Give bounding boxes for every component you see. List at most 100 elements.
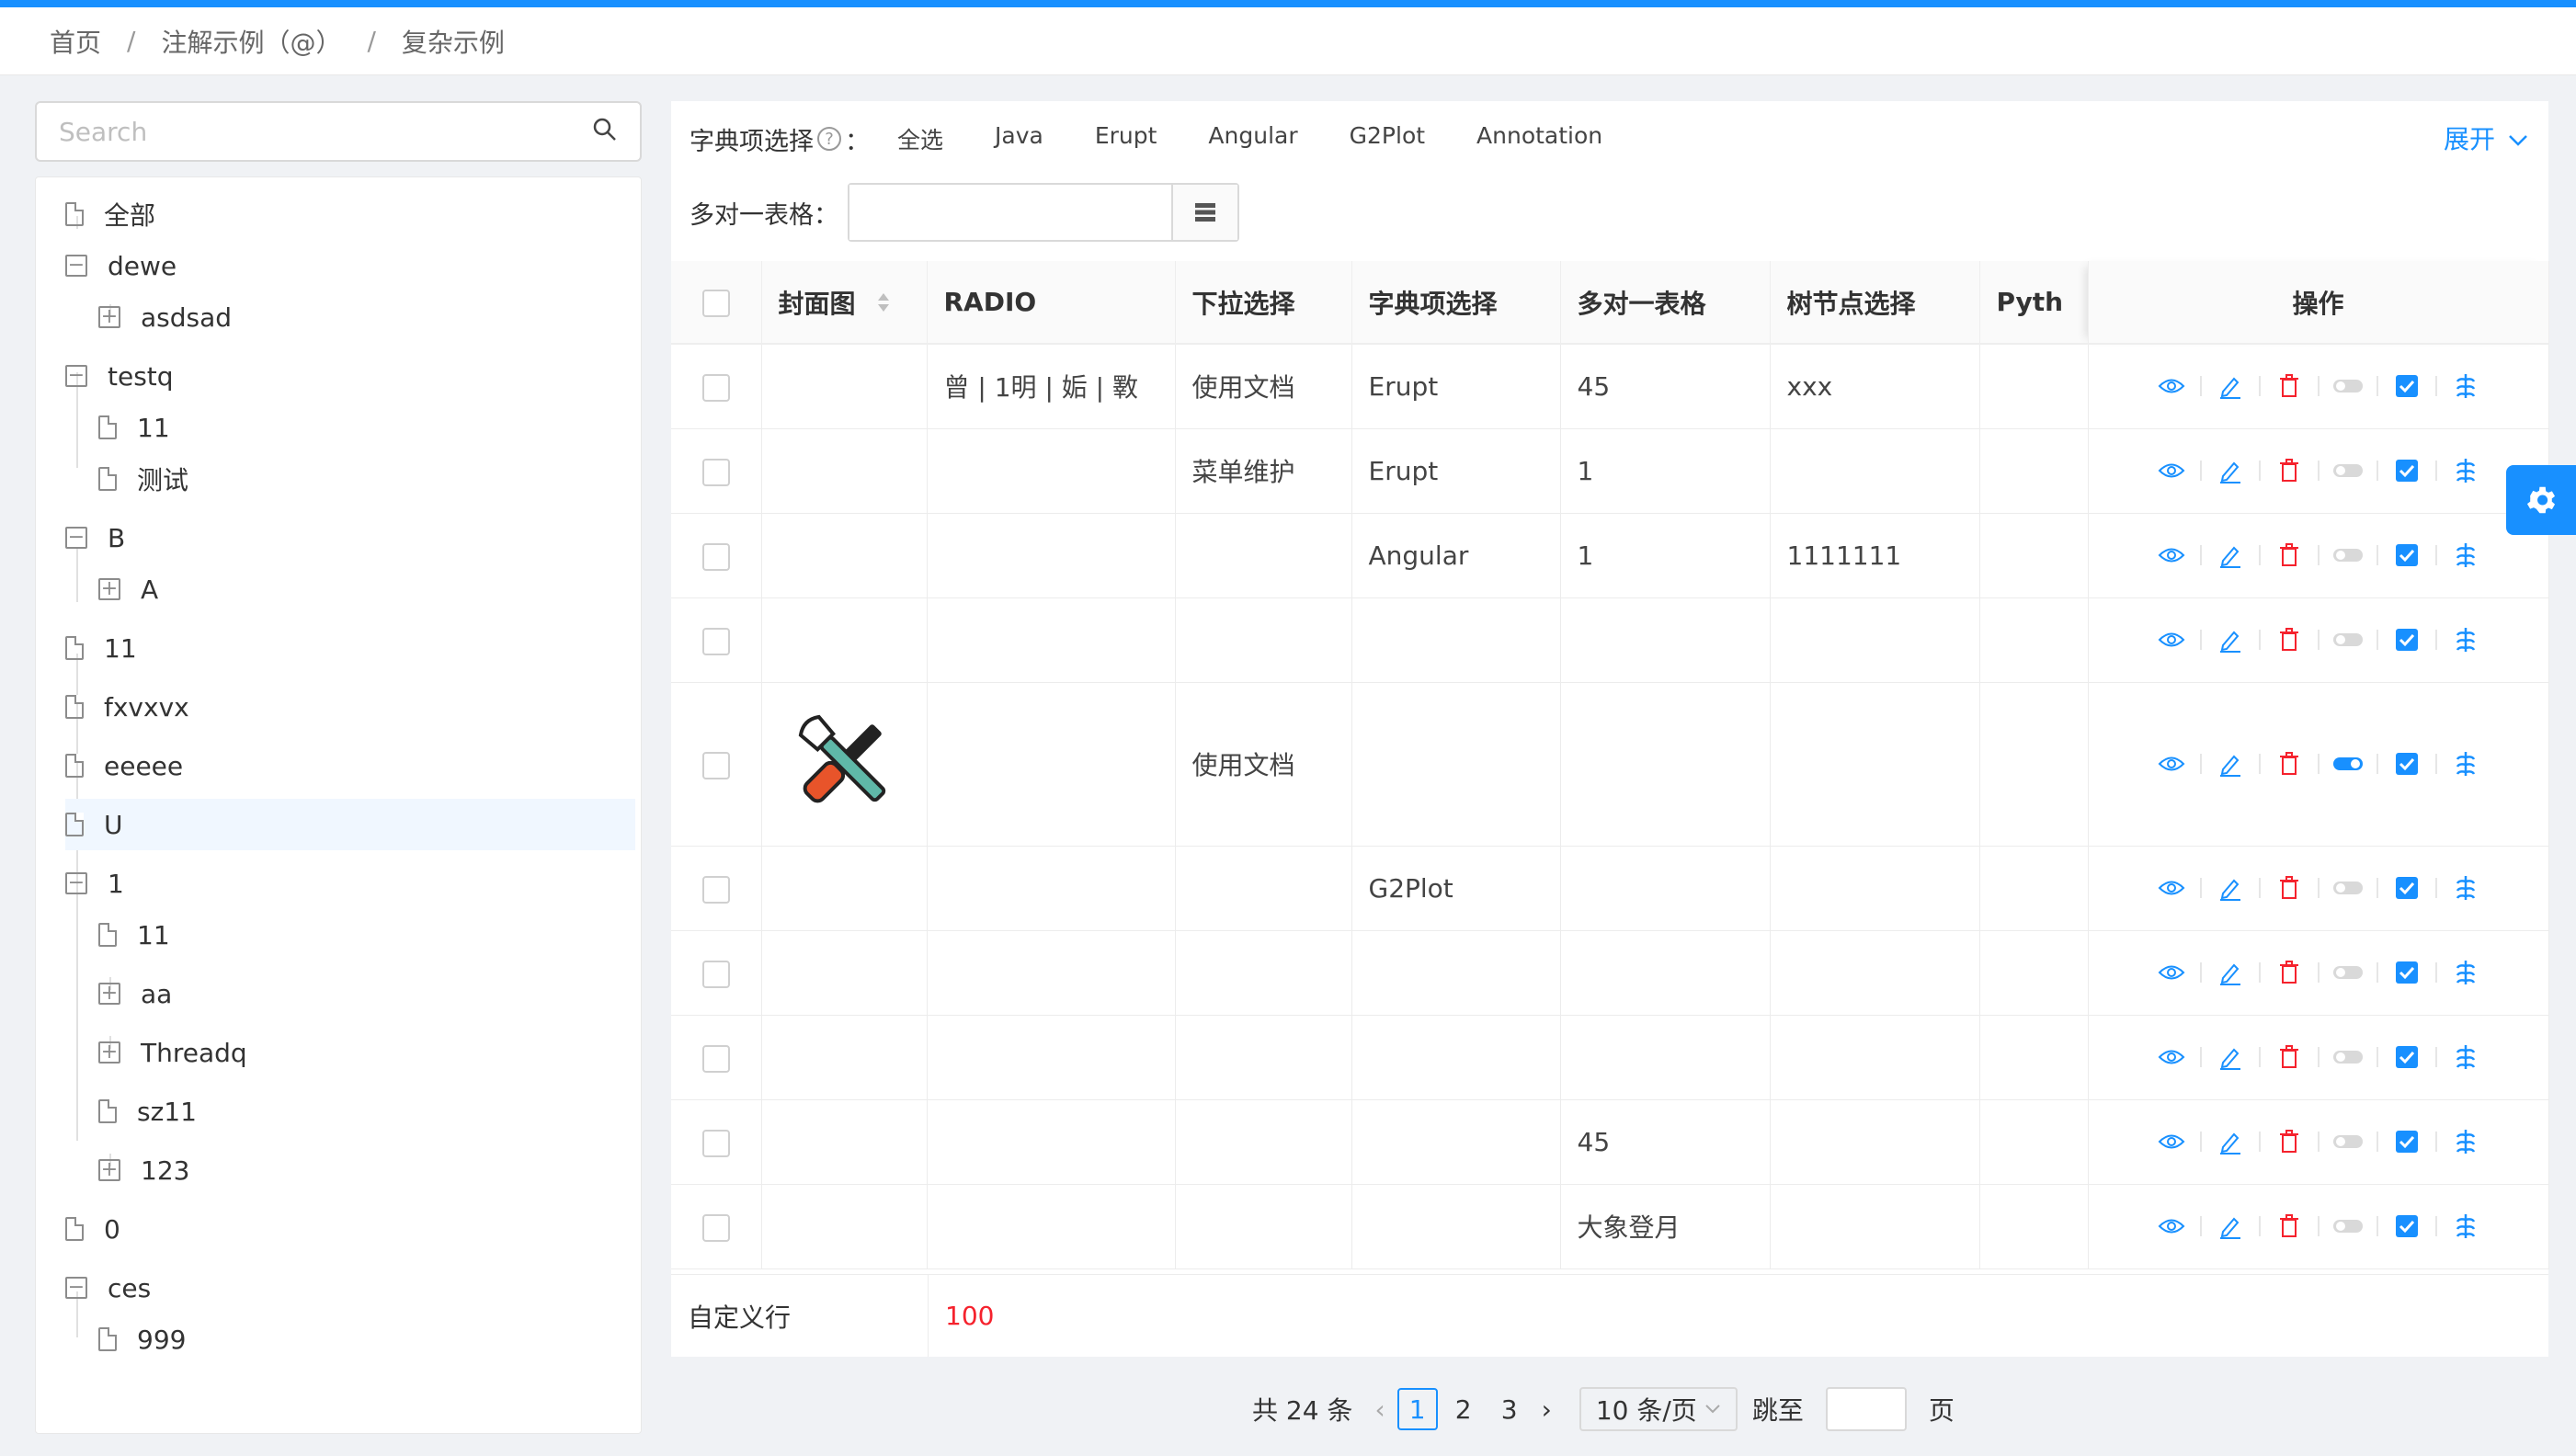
tree-node[interactable]: 999 (98, 1314, 186, 1365)
checked-box-icon[interactable] (2391, 455, 2422, 486)
delete-icon[interactable] (2274, 1126, 2305, 1157)
prev-page-icon[interactable]: ‹ (1374, 1394, 1385, 1425)
delete-icon[interactable] (2274, 370, 2305, 402)
collapse-icon[interactable]: − (65, 365, 87, 387)
page-size-select[interactable]: 10 条/页 (1579, 1387, 1738, 1431)
row-checkbox[interactable] (701, 875, 730, 904)
tree-node[interactable]: −1 (65, 858, 124, 909)
dict-option[interactable]: Annotation (1476, 122, 1602, 155)
checked-box-icon[interactable] (2391, 872, 2422, 904)
tree-node[interactable]: +123 (98, 1144, 189, 1196)
view-icon[interactable] (2156, 624, 2187, 655)
checked-box-icon[interactable] (2391, 370, 2422, 402)
m2o-input[interactable] (849, 185, 1171, 240)
delete-icon[interactable] (2274, 1211, 2305, 1242)
delete-icon[interactable] (2274, 624, 2305, 655)
table-row[interactable]: 大象登月 (671, 1184, 2549, 1269)
edit-icon[interactable] (2215, 1126, 2246, 1157)
row-checkbox[interactable] (701, 627, 730, 655)
jump-page-input[interactable] (1825, 1387, 1907, 1431)
checked-box-icon[interactable] (2391, 540, 2422, 571)
tree-node[interactable]: 11 (98, 402, 170, 453)
table-row[interactable]: G2Plot (671, 846, 2549, 931)
help-icon[interactable]: ? (817, 127, 841, 151)
tree-node[interactable]: 测试 (98, 453, 188, 505)
edit-icon[interactable] (2215, 957, 2246, 988)
dict-option[interactable]: 全选 (897, 122, 943, 155)
edit-icon[interactable] (2215, 455, 2246, 486)
edit-icon[interactable] (2215, 1211, 2246, 1242)
row-checkbox[interactable] (701, 1129, 730, 1157)
view-icon[interactable] (2156, 1211, 2187, 1242)
tree-node[interactable]: 全部 (65, 188, 155, 240)
checked-box-icon[interactable] (2391, 1126, 2422, 1157)
tree-node[interactable]: + A (98, 563, 158, 615)
flow-icon[interactable] (2450, 370, 2481, 402)
collapse-icon[interactable]: − (65, 1277, 87, 1299)
checked-box-icon[interactable] (2391, 748, 2422, 779)
page-1[interactable]: 1 (1396, 1388, 1438, 1430)
dict-option[interactable]: Erupt (1095, 122, 1157, 155)
col-header-cover[interactable]: 封面图 (761, 261, 928, 345)
page-2[interactable]: 2 (1443, 1388, 1484, 1430)
toggle-switch[interactable] (2332, 748, 2364, 779)
tree-search-input[interactable] (59, 116, 574, 147)
tree-node[interactable]: sz11 (98, 1086, 197, 1137)
expand-toggle[interactable]: 展开 (2444, 119, 2528, 156)
table-row[interactable]: 45 (671, 1099, 2549, 1185)
tree-node[interactable]: U (65, 799, 635, 850)
row-checkbox[interactable] (701, 960, 730, 988)
next-page-icon[interactable]: › (1542, 1394, 1552, 1425)
delete-icon[interactable] (2274, 540, 2305, 571)
view-icon[interactable] (2156, 872, 2187, 904)
collapse-icon[interactable]: − (65, 872, 87, 894)
checked-box-icon[interactable] (2391, 957, 2422, 988)
dict-option[interactable]: Angular (1208, 122, 1297, 155)
toggle-switch[interactable] (2332, 370, 2364, 402)
expand-icon[interactable]: + (98, 578, 120, 600)
flow-icon[interactable] (2450, 1126, 2481, 1157)
delete-icon[interactable] (2274, 748, 2305, 779)
view-icon[interactable] (2156, 1126, 2187, 1157)
table-row[interactable] (671, 1015, 2549, 1100)
table-row[interactable]: Angular 1 1111111 (671, 513, 2549, 598)
toggle-switch[interactable] (2332, 1126, 2364, 1157)
collapse-icon[interactable]: − (65, 527, 87, 549)
select-all-checkbox[interactable] (701, 290, 730, 317)
view-icon[interactable] (2156, 957, 2187, 988)
delete-icon[interactable] (2274, 1041, 2305, 1073)
breadcrumb-annotation[interactable]: 注解示例（@） (161, 23, 341, 60)
dict-option[interactable]: G2Plot (1350, 122, 1425, 155)
toggle-switch[interactable] (2332, 1211, 2364, 1242)
view-icon[interactable] (2156, 748, 2187, 779)
view-icon[interactable] (2156, 1041, 2187, 1073)
row-checkbox[interactable] (701, 458, 730, 486)
expand-icon[interactable]: + (98, 983, 120, 1005)
delete-icon[interactable] (2274, 872, 2305, 904)
table-row[interactable]: 使用文档 (671, 682, 2549, 847)
tree-node[interactable]: + aa (98, 968, 172, 1019)
row-checkbox[interactable] (701, 542, 730, 571)
tree-node[interactable]: − ces (65, 1262, 151, 1314)
checked-box-icon[interactable] (2391, 1211, 2422, 1242)
flow-icon[interactable] (2450, 1041, 2481, 1073)
tree-node[interactable]: − testq (65, 350, 174, 402)
flow-icon[interactable] (2450, 957, 2481, 988)
row-checkbox[interactable] (701, 373, 730, 402)
expand-icon[interactable]: + (98, 1041, 120, 1064)
expand-icon[interactable]: + (98, 1159, 120, 1181)
collapse-icon[interactable]: − (65, 255, 87, 277)
settings-gear-icon[interactable] (2506, 465, 2576, 535)
tree-node[interactable]: + asdsad (98, 291, 232, 343)
toggle-switch[interactable] (2332, 872, 2364, 904)
view-icon[interactable] (2156, 540, 2187, 571)
expand-icon[interactable]: + (98, 306, 120, 328)
tree-node[interactable]: 0 (65, 1203, 120, 1255)
table-row[interactable]: 曾 | 1明 | 姤 | 斁使用文档 Erupt 45 xxx (671, 344, 2549, 429)
toggle-switch[interactable] (2332, 1041, 2364, 1073)
tree-node[interactable]: − B (65, 512, 125, 563)
flow-icon[interactable] (2450, 872, 2481, 904)
flow-icon[interactable] (2450, 624, 2481, 655)
edit-icon[interactable] (2215, 370, 2246, 402)
tree-node[interactable]: + Threadq (98, 1027, 247, 1078)
